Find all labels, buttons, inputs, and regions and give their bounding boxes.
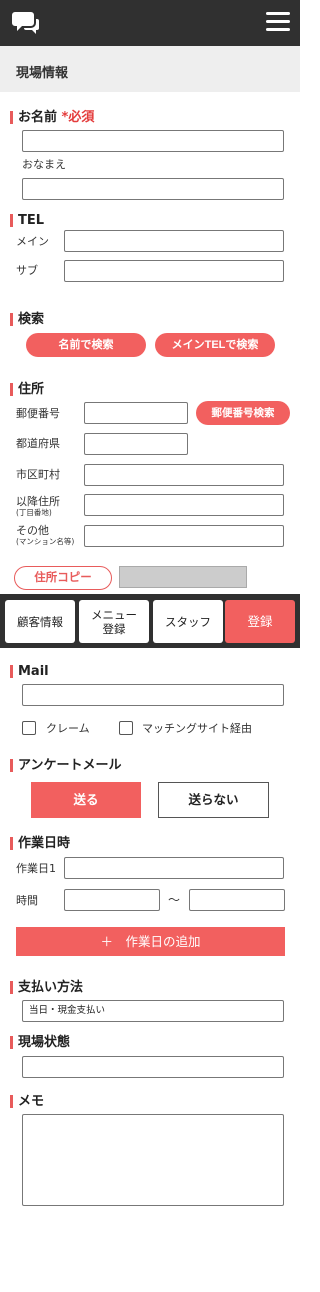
other-note: (マンション名等)	[16, 537, 75, 546]
menu-register-text: メニュー 登録	[91, 608, 137, 636]
other-input[interactable]	[84, 525, 284, 547]
name-input[interactable]	[22, 130, 284, 152]
customer-info-tab[interactable]: 顧客情報	[5, 600, 75, 643]
address-after-note: (丁目番地)	[16, 508, 52, 517]
other-text: その他	[16, 524, 49, 537]
kana-input[interactable]	[22, 178, 284, 200]
search-by-tel-button[interactable]: メインTELで検索	[155, 333, 275, 357]
chat-bubbles-icon[interactable]	[12, 9, 40, 37]
main-tel-input[interactable]	[64, 230, 284, 252]
top-bar	[0, 0, 300, 46]
claim-checkbox[interactable]	[22, 721, 36, 735]
matching-site-checkbox[interactable]	[119, 721, 133, 735]
zip-search-button[interactable]: 郵便番号検索	[196, 401, 290, 425]
address-copy-target[interactable]	[119, 566, 247, 588]
name-title-text: お名前	[18, 110, 58, 125]
time-start-input[interactable]	[64, 889, 160, 911]
status-input[interactable]	[22, 1056, 284, 1078]
payment-select[interactable]: 当日・現金支払い	[22, 1000, 284, 1022]
work-date-label: 作業日1	[16, 862, 56, 875]
send-survey-button[interactable]: 送る	[31, 782, 141, 818]
page-header: 現場情報	[0, 46, 300, 92]
zip-label: 郵便番号	[16, 407, 60, 420]
name-section-title: お名前 *必須	[10, 110, 94, 125]
tilde: 〜	[168, 893, 181, 907]
register-button[interactable]: 登録	[225, 600, 295, 643]
time-end-input[interactable]	[189, 889, 285, 911]
staff-tab[interactable]: スタッフ	[153, 600, 223, 643]
sub-tel-input[interactable]	[64, 260, 284, 282]
menu-line2: 登録	[102, 621, 126, 636]
required-mark: *必須	[61, 110, 95, 125]
address-copy-button[interactable]: 住所コピー	[14, 566, 112, 590]
prefecture-input[interactable]	[84, 433, 188, 455]
menu-register-tab[interactable]: メニュー 登録	[79, 600, 149, 643]
memo-section-title: メモ	[10, 1094, 44, 1109]
search-by-name-button[interactable]: 名前で検索	[26, 333, 146, 357]
mail-input[interactable]	[22, 684, 284, 706]
no-send-survey-button[interactable]: 送らない	[158, 782, 269, 818]
other-label: その他 (マンション名等)	[16, 524, 75, 547]
address-after-label: 以降住所 (丁目番地)	[16, 495, 60, 518]
search-section-title: 検索	[10, 312, 44, 327]
hamburger-icon[interactable]	[266, 12, 290, 32]
matching-site-label: マッチングサイト経由	[142, 722, 252, 735]
address-section-title: 住所	[10, 382, 44, 397]
kana-label: おなまえ	[22, 158, 66, 171]
city-input[interactable]	[84, 464, 284, 486]
address-after-input[interactable]	[84, 494, 284, 516]
mail-section-title: Mail	[10, 664, 49, 679]
memo-textarea[interactable]	[22, 1114, 284, 1206]
time-label: 時間	[16, 894, 38, 907]
zip-input[interactable]	[84, 402, 188, 424]
claim-label: クレーム	[46, 722, 90, 735]
survey-section-title: アンケートメール	[10, 758, 121, 773]
payment-section-title: 支払い方法	[10, 980, 83, 995]
sub-tel-label: サブ	[16, 264, 38, 277]
work-date-input[interactable]	[64, 857, 284, 879]
city-label: 市区町村	[16, 468, 60, 481]
work-section-title: 作業日時	[10, 836, 70, 851]
add-work-date-button[interactable]: ＋ 作業日の追加	[16, 927, 285, 956]
page-title: 現場情報	[16, 66, 69, 81]
bottom-nav-bar: 顧客情報 メニュー 登録 スタッフ 登録	[0, 594, 300, 648]
main-tel-label: メイン	[16, 235, 49, 248]
prefecture-label: 都道府県	[16, 437, 60, 450]
menu-line1: メニュー	[91, 607, 137, 622]
address-after-text: 以降住所	[16, 495, 60, 508]
status-section-title: 現場状態	[10, 1035, 70, 1050]
tel-section-title: TEL	[10, 213, 44, 228]
